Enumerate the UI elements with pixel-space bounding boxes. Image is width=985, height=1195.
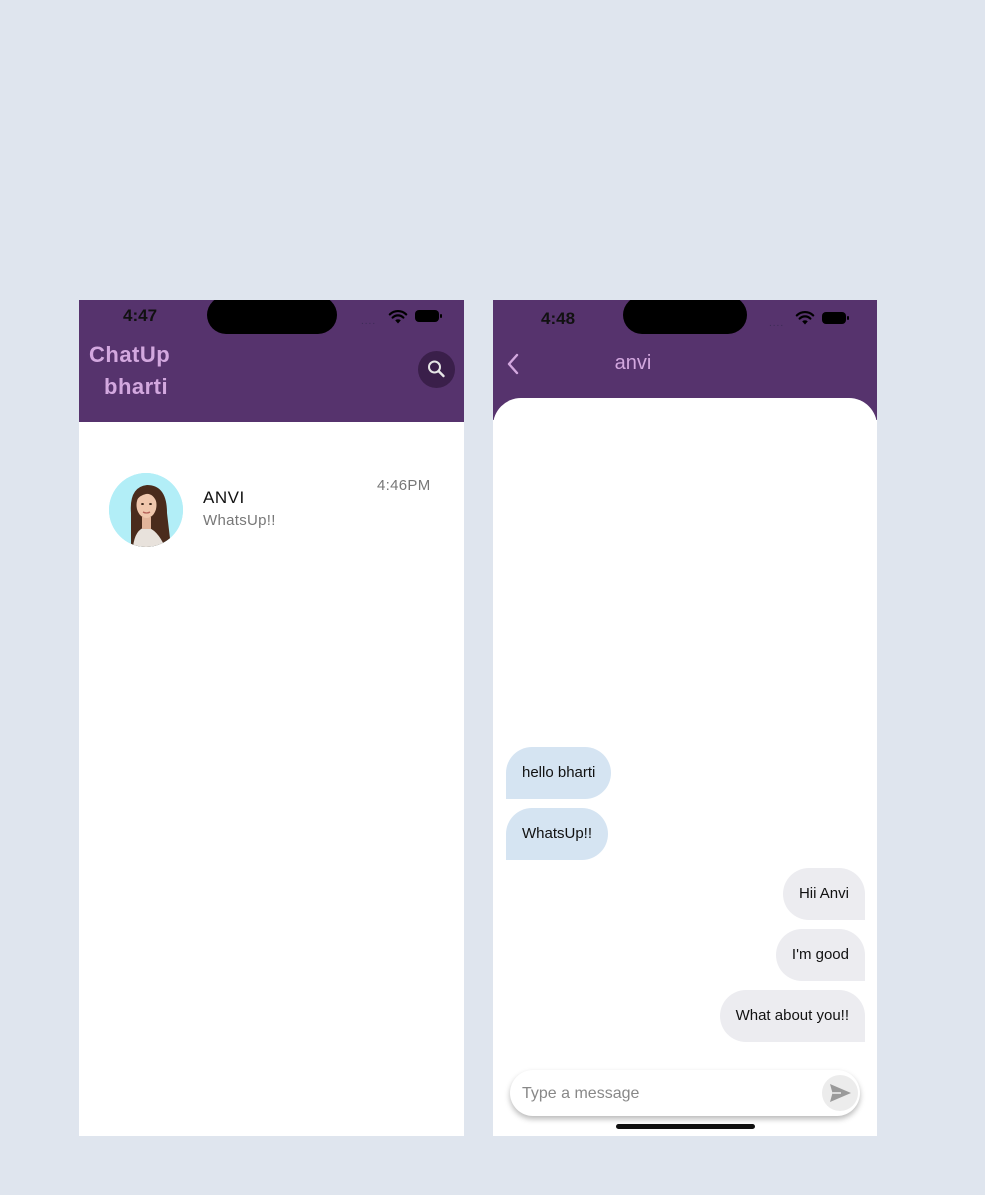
battery-icon — [822, 312, 849, 324]
app-header: 4:47 .... ChatUp bharti — [79, 300, 464, 422]
incoming-message: WhatsUp!! — [506, 808, 609, 860]
signal-icon: .... — [769, 318, 785, 329]
message-time: 4:46PM — [377, 477, 431, 494]
message-input[interactable] — [520, 1070, 814, 1118]
send-button[interactable] — [822, 1075, 858, 1111]
chat-list-screen: 4:47 .... ChatUp bharti ANVI WhatsUp!! 4… — [79, 300, 464, 1136]
conversation-screen: 4:48 .... anvi hello bharti WhatsUp!! Hi… — [493, 300, 877, 1136]
outgoing-message: I'm good — [775, 929, 865, 981]
conversation-title: anvi — [614, 352, 652, 374]
send-icon — [830, 1084, 851, 1102]
wifi-icon — [388, 310, 408, 324]
message-composer — [510, 1070, 860, 1118]
status-time: 4:47 — [123, 306, 158, 325]
app-username: bharti — [104, 374, 169, 399]
dynamic-island — [623, 300, 747, 334]
avatar — [109, 473, 183, 547]
status-time: 4:48 — [541, 309, 576, 328]
search-button[interactable] — [418, 351, 455, 388]
message-area: hello bharti WhatsUp!! Hii Anvi I'm good… — [493, 398, 877, 1136]
home-indicator — [616, 1124, 755, 1129]
chat-list-item[interactable]: ANVI WhatsUp!! 4:46PM — [79, 460, 464, 550]
incoming-message: hello bharti — [506, 747, 612, 799]
status-bar: 4:47 .... — [79, 300, 464, 336]
app-title: ChatUp — [89, 342, 171, 367]
signal-icon: .... — [361, 316, 377, 327]
avatar-photo — [109, 473, 183, 547]
last-message: WhatsUp!! — [203, 512, 276, 529]
contact-name: ANVI — [203, 488, 245, 507]
outgoing-message: Hii Anvi — [782, 868, 865, 920]
battery-icon — [415, 310, 442, 322]
outgoing-message: What about you!! — [719, 990, 865, 1042]
wifi-icon — [795, 311, 815, 325]
search-icon — [428, 360, 445, 378]
dynamic-island — [207, 300, 337, 334]
status-bar: 4:48 .... — [493, 300, 877, 336]
